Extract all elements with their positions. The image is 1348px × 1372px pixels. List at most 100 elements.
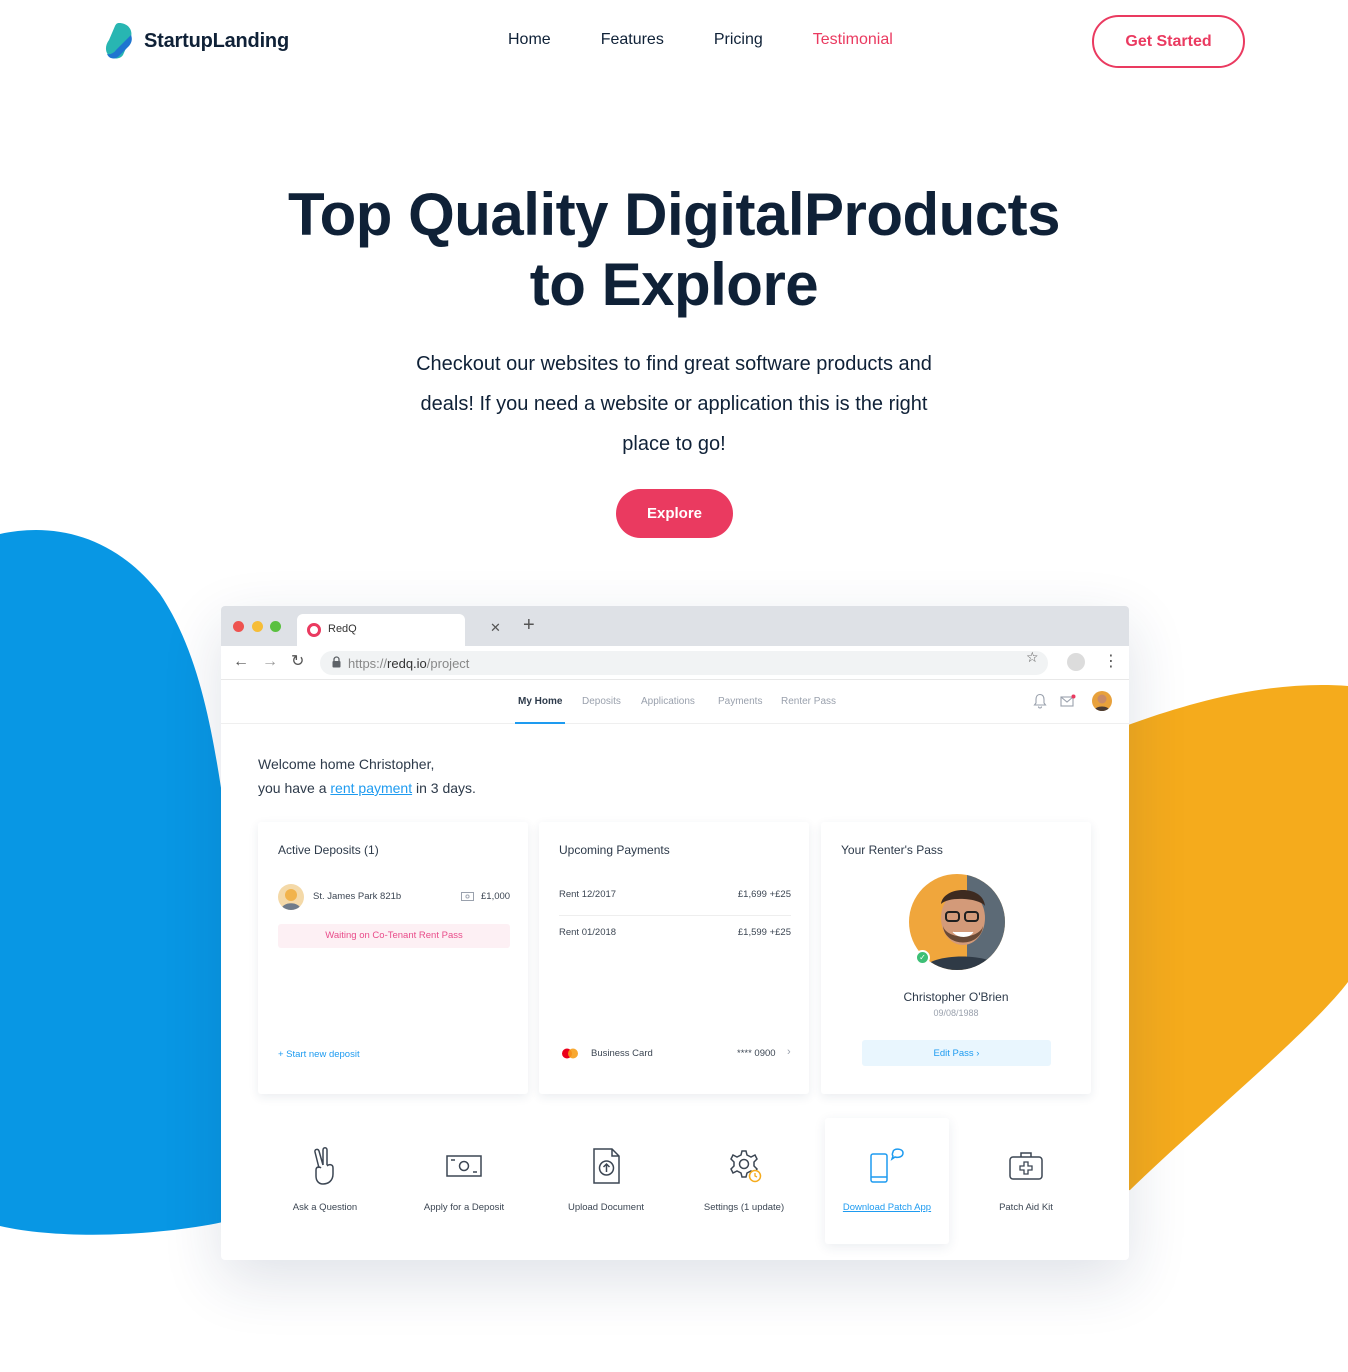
nav-link-home[interactable]: Home	[508, 31, 551, 49]
browser-mockup: RedQ ✕ + ← → ↻ https://redq.io/project ☆…	[221, 606, 1129, 1260]
action-label[interactable]: Download Patch App	[825, 1202, 949, 1213]
action-patch-aid-kit[interactable]: Patch Aid Kit	[964, 1118, 1088, 1244]
edit-pass-button[interactable]: Edit Pass ›	[862, 1040, 1051, 1066]
mastercard-icon	[562, 1048, 578, 1059]
chevron-right-icon: ›	[976, 1047, 980, 1059]
payment-label: Rent 01/2018	[559, 927, 617, 938]
action-upload-document[interactable]: Upload Document	[544, 1118, 668, 1244]
get-started-button[interactable]: Get Started	[1092, 15, 1245, 68]
brand-logo[interactable]: StartupLanding	[104, 22, 289, 60]
hero-title-line2: to Explore	[529, 251, 819, 318]
url-path: /project	[426, 656, 470, 671]
main-menu: Home Features Pricing Testimonial	[508, 31, 893, 49]
payment-row[interactable]: Rent 12/2017 £1,699 +£25	[559, 878, 791, 916]
blue-blob-shape	[0, 530, 240, 1235]
back-arrow-icon[interactable]: ←	[233, 652, 249, 672]
peace-hand-icon	[314, 1147, 334, 1185]
logo-mark-icon	[105, 23, 132, 59]
menu-dots-icon[interactable]: ⋮	[1103, 652, 1119, 672]
property-avatar	[278, 884, 304, 910]
nav-link-testimonial[interactable]: Testimonial	[813, 31, 893, 49]
redq-favicon-icon	[307, 623, 321, 637]
reload-icon[interactable]: ↻	[291, 652, 304, 672]
tab-payments[interactable]: Payments	[718, 696, 762, 707]
hero-description: Checkout our websites to find great soft…	[416, 353, 932, 455]
action-label: Settings (1 update)	[703, 1202, 785, 1213]
browser-tab-strip: RedQ ✕ +	[221, 606, 1129, 646]
window-minimize-dot[interactable]	[252, 621, 263, 632]
deposit-amount: £1,000	[481, 891, 511, 902]
nav-link-pricing[interactable]: Pricing	[714, 31, 763, 49]
action-label: Apply for a Deposit	[423, 1202, 505, 1213]
action-download-app[interactable]: Download Patch App	[825, 1118, 949, 1244]
chevron-right-icon[interactable]: ›	[787, 1046, 791, 1058]
action-label: Ask a Question	[292, 1202, 358, 1213]
tab-applications[interactable]: Applications	[641, 696, 695, 707]
action-label: Patch Aid Kit	[999, 1202, 1053, 1213]
star-icon[interactable]: ☆	[1026, 649, 1039, 666]
payment-label: Rent 12/2017	[559, 889, 617, 900]
action-apply-deposit[interactable]: Apply for a Deposit	[402, 1118, 526, 1244]
action-settings[interactable]: Settings (1 update)	[682, 1118, 806, 1244]
welcome-line1: Welcome home Christopher,	[258, 756, 435, 772]
renter-pass-card: Your Renter's Pass ✓ Christopher O'Brien…	[821, 822, 1091, 1094]
hero-title: Top Quality DigitalProducts to Explore	[0, 180, 1348, 320]
payment-amount: £1,699 +£25	[737, 889, 791, 900]
renter-name: Christopher O'Brien	[903, 990, 1009, 1004]
payment-card-number: **** 0900	[737, 1048, 776, 1059]
tab-close-icon[interactable]: ✕	[490, 620, 501, 636]
deposit-property-name: St. James Park 821b	[313, 891, 402, 902]
bell-icon[interactable]	[1033, 693, 1047, 709]
welcome-suffix: in 3 days.	[412, 780, 476, 796]
browser-address-bar: ← → ↻ https://redq.io/project ☆ ⋮	[221, 646, 1129, 680]
url-host: redq.io	[387, 656, 427, 671]
tab-renter-pass[interactable]: Renter Pass	[781, 696, 836, 707]
renter-dob: 09/08/1988	[933, 1008, 979, 1018]
hero-title-line1: Top Quality DigitalProducts	[287, 181, 1061, 248]
card-title: Upcoming Payments	[559, 843, 670, 857]
card-title: Active Deposits (1)	[278, 843, 379, 857]
start-new-deposit-link[interactable]: + Start new deposit	[278, 1049, 360, 1060]
browser-tab[interactable]: RedQ	[297, 614, 465, 646]
user-avatar[interactable]	[1092, 691, 1112, 711]
url-text: https://redq.io/project	[348, 656, 469, 671]
url-field[interactable]: https://redq.io/project	[320, 651, 1048, 675]
payment-row[interactable]: Rent 01/2018 £1,599 +£25	[559, 916, 791, 954]
brand-name: StartupLanding	[144, 29, 289, 52]
window-close-dot[interactable]	[233, 621, 244, 632]
payment-amount: £1,599 +£25	[737, 927, 791, 938]
cash-icon	[446, 1155, 482, 1177]
action-label: Upload Document	[567, 1202, 645, 1213]
upcoming-payments-card: Upcoming Payments Rent 12/2017 £1,699 +£…	[539, 822, 809, 1094]
welcome-line2: you have a rent payment in 3 days.	[258, 776, 476, 800]
active-tab-indicator	[515, 722, 565, 724]
lock-icon	[332, 656, 341, 668]
tab-my-home[interactable]: My Home	[518, 696, 562, 707]
active-deposits-card: Active Deposits (1) St. James Park 821b …	[258, 822, 528, 1094]
explore-button[interactable]: Explore	[616, 489, 733, 538]
forward-arrow-icon[interactable]: →	[262, 652, 278, 672]
nav-link-features[interactable]: Features	[601, 31, 664, 49]
cash-icon	[461, 892, 474, 901]
verified-check-icon: ✓	[915, 950, 930, 965]
browser-profile-avatar[interactable]	[1067, 653, 1085, 671]
welcome-message: Welcome home Christopher, you have a ren…	[258, 752, 476, 800]
upload-document-icon	[593, 1148, 620, 1184]
yellow-blob-shape	[1120, 685, 1348, 1192]
deposit-status-badge: Waiting on Co-Tenant Rent Pass	[278, 924, 510, 948]
devices-icon	[870, 1148, 904, 1183]
window-maximize-dot[interactable]	[270, 621, 281, 632]
first-aid-kit-icon	[1009, 1152, 1043, 1180]
welcome-prefix: you have a	[258, 780, 331, 796]
card-title: Your Renter's Pass	[841, 843, 943, 857]
mail-icon[interactable]	[1060, 694, 1076, 708]
new-tab-icon[interactable]: +	[523, 615, 535, 635]
tab-deposits[interactable]: Deposits	[582, 696, 621, 707]
action-ask-question[interactable]: Ask a Question	[263, 1118, 387, 1244]
payment-card-name: Business Card	[591, 1048, 653, 1059]
top-navbar: StartupLanding Home Features Pricing Tes…	[0, 0, 1348, 84]
url-prefix: https://	[348, 656, 388, 671]
browser-tab-title: RedQ	[328, 623, 357, 635]
edit-pass-label: Edit Pass	[933, 1047, 974, 1059]
rent-payment-link[interactable]: rent payment	[330, 780, 412, 796]
